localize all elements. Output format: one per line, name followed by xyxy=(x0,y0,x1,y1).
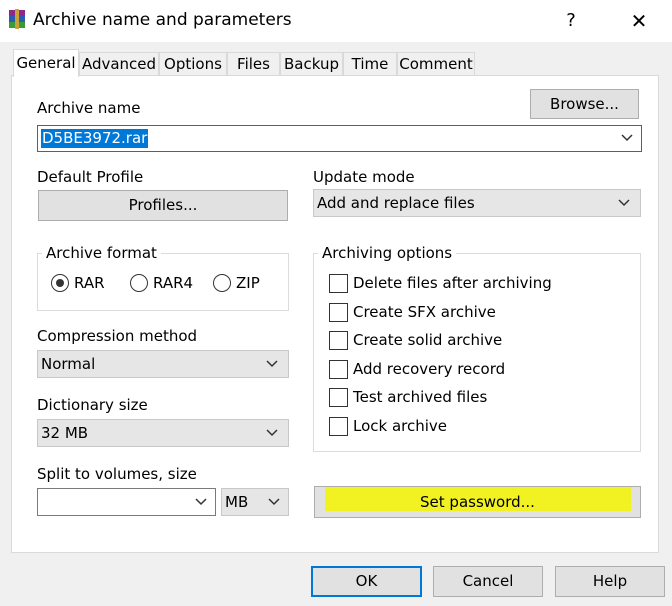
split-volumes-input[interactable] xyxy=(37,488,216,516)
winrar-app-icon xyxy=(8,9,26,29)
profiles-button[interactable]: Profiles... xyxy=(38,190,288,221)
dictionary-size-value: 32 MB xyxy=(41,424,89,442)
update-mode-select[interactable]: Add and replace files xyxy=(313,189,641,217)
tab-options[interactable]: Options xyxy=(159,52,227,75)
checkbox-lock-archive-label[interactable]: Lock archive xyxy=(353,417,447,435)
checkbox-create-solid[interactable] xyxy=(329,331,348,350)
compression-method-value: Normal xyxy=(41,355,96,373)
archive-name-value: D5BE3972.rar xyxy=(41,129,149,148)
archive-format-label: Archive format xyxy=(42,244,161,262)
tab-comment[interactable]: Comment xyxy=(397,52,475,75)
checkbox-test-files-label[interactable]: Test archived files xyxy=(353,388,487,406)
cancel-button[interactable]: Cancel xyxy=(433,566,543,597)
chevron-down-icon[interactable] xyxy=(195,494,207,514)
window-title: Archive name and parameters xyxy=(33,10,292,30)
archive-name-field[interactable]: D5BE3972.rar xyxy=(37,125,642,152)
help-title-button[interactable]: ? xyxy=(557,8,585,34)
tab-backup[interactable]: Backup xyxy=(280,52,343,75)
browse-button[interactable]: Browse... xyxy=(530,89,639,119)
compression-method-label: Compression method xyxy=(37,327,198,345)
default-profile-label: Default Profile xyxy=(37,168,144,186)
update-mode-label: Update mode xyxy=(313,168,415,186)
help-button[interactable]: Help xyxy=(555,566,665,597)
radio-rar-label[interactable]: RAR xyxy=(74,274,105,292)
checkbox-create-sfx[interactable] xyxy=(329,303,348,322)
radio-zip-label[interactable]: ZIP xyxy=(236,274,260,292)
radio-zip[interactable] xyxy=(213,274,231,292)
chevron-down-icon[interactable] xyxy=(621,130,633,150)
chevron-down-icon xyxy=(266,425,278,441)
split-volumes-label: Split to volumes, size xyxy=(37,465,197,483)
tab-files[interactable]: Files xyxy=(227,52,280,75)
checkbox-delete-files[interactable] xyxy=(329,274,348,293)
update-mode-value: Add and replace files xyxy=(317,194,475,212)
tab-time[interactable]: Time xyxy=(343,52,397,75)
set-password-button[interactable]: Set password... xyxy=(314,486,641,518)
checkbox-create-solid-label[interactable]: Create solid archive xyxy=(353,331,502,349)
checkbox-delete-files-label[interactable]: Delete files after archiving xyxy=(353,274,552,292)
split-unit-select[interactable]: MB xyxy=(221,488,289,516)
split-unit-value: MB xyxy=(225,493,249,511)
archiving-options-label: Archiving options xyxy=(318,244,457,262)
set-password-label: Set password... xyxy=(420,493,535,511)
compression-method-select[interactable]: Normal xyxy=(37,350,289,378)
tab-advanced[interactable]: Advanced xyxy=(79,52,159,75)
ok-button[interactable]: OK xyxy=(311,566,422,597)
checkbox-recovery-record-label[interactable]: Add recovery record xyxy=(353,360,505,378)
chevron-down-icon xyxy=(618,195,630,211)
checkbox-lock-archive[interactable] xyxy=(329,417,348,436)
dictionary-size-label: Dictionary size xyxy=(37,396,148,414)
radio-rar4[interactable] xyxy=(130,274,148,292)
checkbox-create-sfx-label[interactable]: Create SFX archive xyxy=(353,303,496,321)
close-button[interactable]: ✕ xyxy=(625,8,653,34)
tab-general[interactable]: General xyxy=(13,49,79,77)
archive-name-label: Archive name xyxy=(37,99,141,117)
radio-rar[interactable] xyxy=(51,274,69,292)
radio-rar4-label[interactable]: RAR4 xyxy=(153,274,193,292)
checkbox-test-files[interactable] xyxy=(329,388,348,407)
chevron-down-icon xyxy=(268,494,280,510)
checkbox-recovery-record[interactable] xyxy=(329,360,348,379)
dictionary-size-select[interactable]: 32 MB xyxy=(37,419,289,447)
chevron-down-icon xyxy=(266,356,278,372)
